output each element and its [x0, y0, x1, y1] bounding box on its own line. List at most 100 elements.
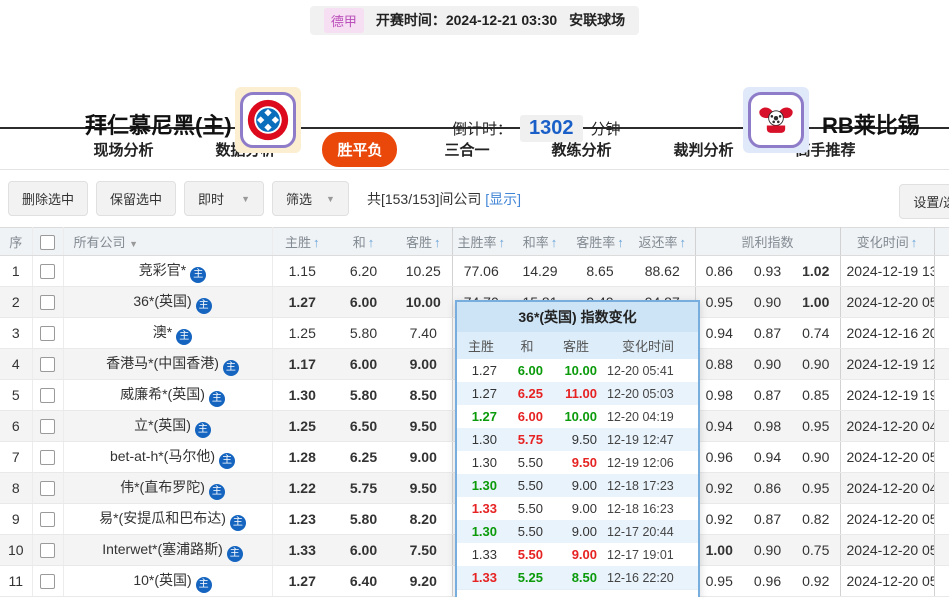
history-home-odds[interactable]: 1.33 [457, 547, 505, 562]
history-away-odds[interactable]: 10.00 [549, 409, 603, 424]
history-away-odds[interactable]: 8.50 [549, 570, 603, 585]
odds-away[interactable]: 8.20 [395, 504, 452, 535]
settings-button[interactable]: 设置/选择 [899, 184, 949, 219]
history-draw-odds[interactable]: 5.50 [505, 501, 549, 516]
odds-draw[interactable]: 6.25 [332, 442, 395, 473]
history-draw-odds[interactable]: 5.50 [505, 478, 549, 493]
history-away-odds[interactable]: 9.50 [549, 432, 603, 447]
odds-home[interactable]: 1.28 [272, 442, 332, 473]
odds-home[interactable]: 1.23 [272, 504, 332, 535]
history-home-odds[interactable]: 1.27 [457, 409, 505, 424]
row-checkbox[interactable] [40, 388, 55, 403]
company-cell[interactable]: 10*(英国)主 [63, 566, 272, 597]
company-cell[interactable]: 易*(安提瓜和巴布达)主 [63, 504, 272, 535]
company-name[interactable]: 立*(英国) [134, 417, 191, 433]
odds-home[interactable]: 1.17 [272, 349, 332, 380]
company-name[interactable]: 10*(英国) [133, 572, 191, 588]
odds-home[interactable]: 1.25 [272, 411, 332, 442]
company-cell[interactable]: 立*(英国)主 [63, 411, 272, 442]
history-draw-odds[interactable]: 5.75 [505, 432, 549, 447]
odds-draw[interactable]: 6.40 [332, 566, 395, 597]
header-home-odds[interactable]: 主胜↑ [272, 228, 332, 256]
instant-dropdown[interactable]: 即时▼ [184, 181, 264, 216]
history-away-odds[interactable]: 9.00 [549, 524, 603, 539]
odds-draw[interactable]: 5.80 [332, 318, 395, 349]
history-home-odds[interactable]: 1.27 [457, 386, 505, 401]
odds-draw[interactable]: 6.50 [332, 411, 395, 442]
odds-away[interactable]: 9.20 [395, 566, 452, 597]
odds-home[interactable]: 1.27 [272, 566, 332, 597]
row-checkbox[interactable] [40, 419, 55, 434]
row-checkbox[interactable] [40, 481, 55, 496]
header-away-rate[interactable]: 客胜率↑ [570, 228, 630, 256]
odds-draw[interactable]: 5.75 [332, 473, 395, 504]
odds-away[interactable]: 7.40 [395, 318, 452, 349]
row-checkbox[interactable] [40, 543, 55, 558]
history-home-odds[interactable]: 1.33 [457, 501, 505, 516]
company-cell[interactable]: 澳*主 [63, 318, 272, 349]
header-away-odds[interactable]: 客胜↑ [395, 228, 452, 256]
history-away-odds[interactable]: 11.00 [549, 386, 603, 401]
history-draw-odds[interactable]: 5.50 [505, 524, 549, 539]
odds-draw[interactable]: 5.80 [332, 504, 395, 535]
company-cell[interactable]: bet-at-h*(马尔他)主 [63, 442, 272, 473]
history-draw-odds[interactable]: 6.00 [505, 363, 549, 378]
odds-home[interactable]: 1.30 [272, 380, 332, 411]
company-name[interactable]: bet-at-h*(马尔他) [110, 448, 215, 464]
odds-away[interactable]: 9.50 [395, 411, 452, 442]
history-away-odds[interactable]: 9.00 [549, 478, 603, 493]
company-name[interactable]: 易*(安提瓜和巴布达) [99, 510, 226, 526]
odds-away[interactable]: 9.50 [395, 473, 452, 504]
filter-dropdown[interactable]: 筛选▼ [272, 181, 349, 216]
history-home-odds[interactable]: 1.30 [457, 478, 505, 493]
odds-home[interactable]: 1.33 [272, 535, 332, 566]
header-draw-odds[interactable]: 和↑ [332, 228, 395, 256]
history-draw-odds[interactable]: 6.25 [505, 386, 549, 401]
company-name[interactable]: 澳* [153, 324, 172, 340]
history-away-odds[interactable]: 9.00 [549, 547, 603, 562]
company-cell[interactable]: 香港马*(中国香港)主 [63, 349, 272, 380]
history-draw-odds[interactable]: 5.50 [505, 455, 549, 470]
show-link[interactable]: [显示] [485, 191, 521, 207]
history-draw-odds[interactable]: 6.00 [505, 409, 549, 424]
company-name[interactable]: 伟*(直布罗陀) [120, 479, 205, 495]
header-home-rate[interactable]: 主胜率↑ [452, 228, 510, 256]
odds-home[interactable]: 1.25 [272, 318, 332, 349]
row-checkbox[interactable] [40, 264, 55, 279]
history-away-odds[interactable]: 10.00 [549, 363, 603, 378]
company-name[interactable]: 竞彩官* [139, 262, 186, 278]
history-home-odds[interactable]: 1.30 [457, 432, 505, 447]
row-checkbox[interactable] [40, 326, 55, 341]
row-checkbox[interactable] [40, 574, 55, 589]
odds-away[interactable]: 7.50 [395, 535, 452, 566]
odds-away[interactable]: 8.50 [395, 380, 452, 411]
odds-away[interactable]: 9.00 [395, 349, 452, 380]
row-checkbox[interactable] [40, 450, 55, 465]
history-draw-odds[interactable]: 5.25 [505, 570, 549, 585]
odds-draw[interactable]: 6.00 [332, 349, 395, 380]
company-name[interactable]: 威廉希*(英国) [120, 386, 205, 402]
odds-home[interactable]: 1.22 [272, 473, 332, 504]
company-cell[interactable]: 36*(英国)主 [63, 287, 272, 318]
company-cell[interactable]: 竞彩官*主 [63, 256, 272, 287]
company-name[interactable]: 36*(英国) [133, 293, 191, 309]
company-cell[interactable]: 威廉希*(英国)主 [63, 380, 272, 411]
company-cell[interactable]: 伟*(直布罗陀)主 [63, 473, 272, 504]
company-cell[interactable]: Interwet*(塞浦路斯)主 [63, 535, 272, 566]
history-home-odds[interactable]: 1.30 [457, 524, 505, 539]
odds-home[interactable]: 1.15 [272, 256, 332, 287]
row-checkbox[interactable] [40, 357, 55, 372]
row-checkbox[interactable] [40, 512, 55, 527]
history-home-odds[interactable]: 1.27 [457, 363, 505, 378]
history-home-odds[interactable]: 1.33 [457, 570, 505, 585]
row-checkbox[interactable] [40, 295, 55, 310]
history-draw-odds[interactable]: 5.50 [505, 547, 549, 562]
select-all-checkbox[interactable] [40, 235, 55, 250]
header-return-rate[interactable]: 返还率↑ [630, 228, 695, 256]
odds-draw[interactable]: 6.20 [332, 256, 395, 287]
header-change-time[interactable]: 变化时间↑ [840, 228, 934, 256]
header-draw-rate[interactable]: 和率↑ [510, 228, 570, 256]
keep-selected-button[interactable]: 保留选中 [96, 181, 176, 216]
odds-draw[interactable]: 6.00 [332, 535, 395, 566]
odds-away[interactable]: 10.00 [395, 287, 452, 318]
